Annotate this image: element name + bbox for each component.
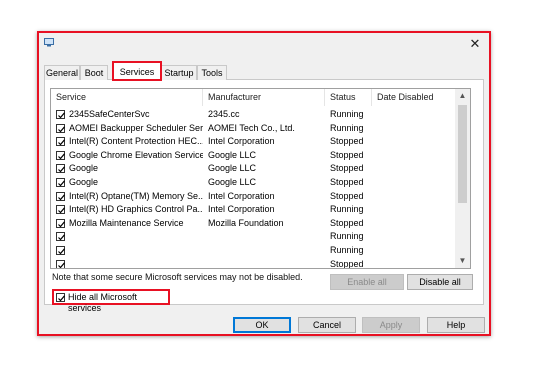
service-status: Stopped [330,136,364,147]
service-checkbox[interactable] [56,245,65,255]
table-row[interactable]: Google Google LLC Stopped [51,176,456,190]
table-row[interactable]: Intel(R) HD Graphics Control Pa... Intel … [51,203,456,217]
tab-tools[interactable]: Tools [197,65,227,80]
manufacturer-name: Intel Corporation [208,204,275,215]
service-status: Running [330,244,364,255]
disable-all-button[interactable]: Disable all [407,274,473,290]
scroll-down-icon[interactable]: ▼ [455,254,470,268]
service-status: Running [330,109,364,119]
close-button[interactable]: ✕ [467,37,483,51]
checkbox-box[interactable] [56,293,65,302]
service-checkbox[interactable] [56,123,65,133]
scroll-up-icon[interactable]: ▲ [455,89,470,103]
service-name: Intel(R) HD Graphics Control Pa... [69,204,203,215]
service-checkbox[interactable] [56,177,65,187]
tab-boot[interactable]: Boot [80,65,108,80]
service-checkbox[interactable] [56,259,65,268]
tab-services[interactable]: Services [112,61,162,81]
service-checkbox[interactable] [56,150,65,160]
service-status: Stopped [330,163,364,174]
service-checkbox[interactable] [56,205,65,215]
service-status: Running [330,122,364,133]
tab-startup[interactable]: Startup [161,65,197,80]
service-status: Stopped [330,176,364,187]
ok-button[interactable]: OK [233,317,291,333]
table-row[interactable]: Mozilla Maintenance Service Mozilla Found… [51,217,456,231]
service-checkbox[interactable] [56,110,65,119]
service-status: Running [330,231,364,242]
column-header-date-disabled[interactable]: Date Disabled [372,89,456,106]
service-status: Stopped [330,149,364,160]
table-row[interactable]: Intel(R) Optane(TM) Memory Se... Intel Co… [51,190,456,204]
column-header-service[interactable]: Service [51,89,203,106]
service-status: Stopped [330,190,364,201]
secure-services-note: Note that some secure Microsoft services… [52,272,303,282]
table-row[interactable]: 2345SafeCenterSvc 2345.cc Running [51,108,456,122]
column-header-status[interactable]: Status [325,89,372,106]
service-checkbox[interactable] [56,137,65,147]
apply-button[interactable]: Apply [362,317,420,333]
manufacturer-name: 2345.cc [208,109,240,119]
service-name: Intel(R) Content Protection HEC... [69,136,203,147]
vertical-scrollbar[interactable]: ▲ ▼ [455,89,470,268]
tab-general[interactable]: General [44,65,80,80]
table-row[interactable]: Running [51,244,456,258]
scrollbar-thumb[interactable] [458,105,467,203]
close-icon: ✕ [469,36,481,51]
table-row[interactable]: Google Chrome Elevation Service Google LL… [51,149,456,163]
table-row[interactable]: Google Google LLC Stopped [51,162,456,176]
service-name: Google [69,176,99,187]
service-checkbox[interactable] [56,164,65,174]
service-name: Google Chrome Elevation Service [69,149,203,160]
system-configuration-dialog: ✕ General Boot Services Startup Tools Se… [37,31,491,336]
table-row[interactable]: AOMEI Backupper Scheduler Ser... AOMEI Te… [51,122,456,136]
manufacturer-name: Mozilla Foundation [208,217,284,228]
service-status: Running [330,204,364,215]
cancel-button[interactable]: Cancel [298,317,356,333]
manufacturer-name: Google LLC [208,163,257,174]
manufacturer-name: AOMEI Tech Co., Ltd. [208,122,295,133]
manufacturer-name: Intel Corporation [208,190,275,201]
service-name: Intel(R) Optane(TM) Memory Se... [69,190,203,201]
services-list[interactable]: Service Manufacturer Status Date Disable… [50,88,471,269]
column-header-manufacturer[interactable]: Manufacturer [203,89,325,106]
hide-microsoft-services-label: Hide all Microsoft services [68,292,138,313]
service-name: AOMEI Backupper Scheduler Ser... [69,122,203,133]
service-checkbox[interactable] [56,232,65,242]
table-row[interactable]: Running [51,230,456,244]
service-checkbox[interactable] [56,191,65,201]
service-checkbox[interactable] [56,218,65,228]
list-rows: 2345SafeCenterSvc 2345.cc Running AOMEI Bac… [51,108,456,269]
manufacturer-name: Google LLC [208,176,257,187]
help-button[interactable]: Help [427,317,485,333]
service-status: Stopped [330,258,364,269]
list-header: Service Manufacturer Status Date Disable… [51,89,456,106]
table-row[interactable]: Stopped [51,258,456,269]
service-name: 2345SafeCenterSvc [69,109,150,119]
manufacturer-name: Google LLC [208,149,257,160]
manufacturer-name: Intel Corporation [208,136,275,147]
service-status: Stopped [330,217,364,228]
enable-all-button[interactable]: Enable all [330,274,404,290]
table-row[interactable]: Intel(R) Content Protection HEC... Intel … [51,135,456,149]
hide-microsoft-services-checkbox[interactable]: Hide all Microsoft services [52,289,170,313]
app-icon [44,38,54,47]
service-name: Mozilla Maintenance Service [69,217,184,228]
service-name: Google [69,163,99,174]
